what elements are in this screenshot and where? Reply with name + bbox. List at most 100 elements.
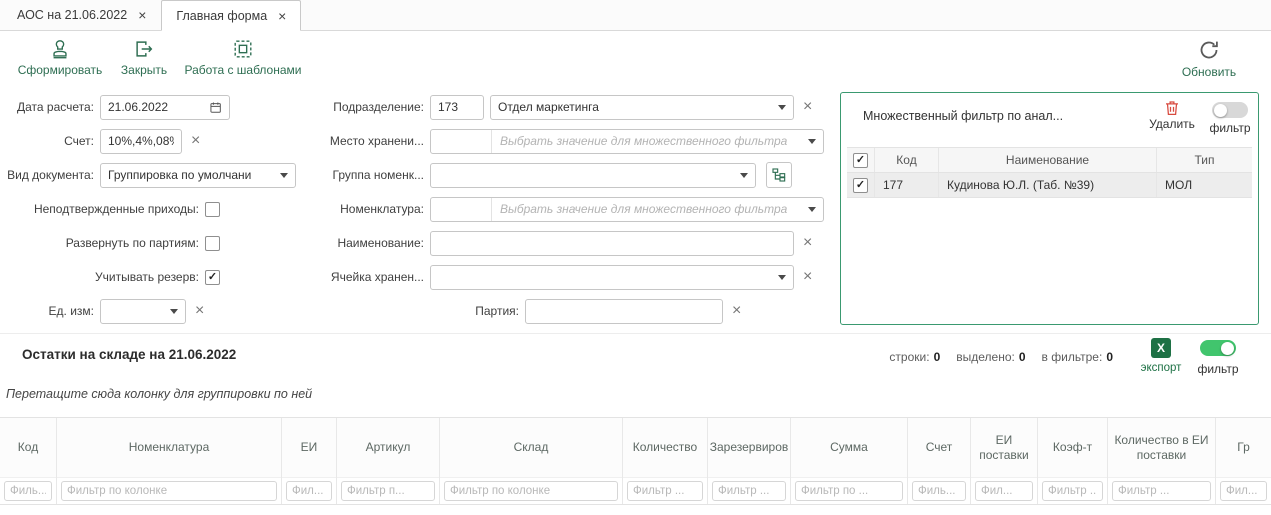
- clear-icon[interactable]: ×: [803, 99, 812, 115]
- multi-filter-panel: Множественный фильтр по анал... Удалить …: [840, 92, 1259, 325]
- doc-type-select[interactable]: Группировка по умолчани: [100, 163, 296, 188]
- select-all-checkbox[interactable]: [853, 153, 868, 168]
- department-label: Подразделение:: [310, 100, 430, 114]
- column-filter-cell: [57, 478, 281, 504]
- column-header[interactable]: Количество в ЕИ поставки: [1108, 418, 1215, 478]
- row-cell-check[interactable]: [847, 173, 875, 197]
- column-account: Счет: [908, 418, 971, 504]
- group-tree-button[interactable]: [766, 162, 792, 188]
- nomenclature-group-label: Группа номенк...: [310, 168, 430, 182]
- department-code-input[interactable]: [438, 100, 476, 114]
- delete-button[interactable]: Удалить: [1141, 99, 1203, 131]
- column-header[interactable]: Код: [0, 418, 56, 478]
- unit-row: Ед. изм: ×: [0, 294, 310, 328]
- filtered-stat: в фильтре:0: [1042, 350, 1113, 364]
- column-filter-input[interactable]: [795, 481, 903, 501]
- column-filter-cell: [1216, 478, 1271, 504]
- selected-stat-label: выделено:: [956, 350, 1015, 364]
- column-filter-input[interactable]: [61, 481, 277, 501]
- row-checkbox[interactable]: [853, 178, 868, 193]
- calc-date-field[interactable]: [100, 95, 230, 120]
- nomenclature-label: Номенклатура:: [310, 202, 430, 216]
- column-filter-input[interactable]: [341, 481, 435, 501]
- account-input[interactable]: [108, 134, 174, 148]
- group-by-drop-zone[interactable]: Перетащите сюда колонку для группировки …: [6, 387, 312, 401]
- column-header[interactable]: Склад: [440, 418, 622, 478]
- close-icon[interactable]: ×: [278, 9, 286, 23]
- calendar-icon[interactable]: [209, 100, 222, 115]
- clear-icon[interactable]: ×: [803, 269, 812, 285]
- column-filter-input[interactable]: [712, 481, 786, 501]
- name-field[interactable]: [430, 231, 794, 256]
- name-input[interactable]: [438, 236, 786, 250]
- results-stats: строки:0 выделено:0 в фильтре:0: [889, 350, 1113, 364]
- column-header[interactable]: Количество: [623, 418, 707, 478]
- export-button[interactable]: X экспорт: [1138, 338, 1184, 374]
- results-filter-toggle[interactable]: [1200, 340, 1236, 356]
- results-filter-toggle-block: фильтр: [1192, 340, 1244, 376]
- column-header[interactable]: Счет: [908, 418, 970, 478]
- nomenclature-multiselect[interactable]: Выбрать значение для множественного филь…: [430, 197, 824, 222]
- doc-type-value: Группировка по умолчани: [108, 168, 251, 182]
- column-header[interactable]: ЕИ поставки: [971, 418, 1037, 478]
- column-filter-input[interactable]: [1112, 481, 1211, 501]
- column-filter-input[interactable]: [444, 481, 618, 501]
- account-row: Счет: ×: [0, 124, 310, 158]
- unit-label: Ед. изм:: [0, 304, 100, 318]
- column-filter-cell: [1038, 478, 1107, 504]
- department-code-field[interactable]: [430, 95, 484, 120]
- column-filter-input[interactable]: [627, 481, 703, 501]
- column-filter-input[interactable]: [286, 481, 332, 501]
- column-filter-cell: [971, 478, 1037, 504]
- selected-stat: выделено:0: [956, 350, 1025, 364]
- tab-aoc[interactable]: АОС на 21.06.2022 ×: [2, 0, 161, 30]
- column-filter-input[interactable]: [4, 481, 52, 501]
- doc-type-row: Вид документа: Группировка по умолчани: [0, 158, 310, 192]
- account-field[interactable]: [100, 129, 182, 154]
- panel-filter-toggle[interactable]: [1212, 102, 1248, 118]
- unit-select[interactable]: [100, 299, 186, 324]
- column-quantity-supply-unit: Количество в ЕИ поставки: [1108, 418, 1216, 504]
- column-filter-input[interactable]: [1042, 481, 1103, 501]
- batch-input[interactable]: [533, 304, 715, 318]
- generate-button[interactable]: Сформировать: [12, 38, 108, 77]
- column-header[interactable]: ЕИ: [282, 418, 336, 478]
- column-reserved: Зарезервиров: [708, 418, 791, 504]
- column-header[interactable]: Сумма: [791, 418, 907, 478]
- close-button[interactable]: Закрыть: [116, 38, 172, 77]
- header-cell-name[interactable]: Наименование: [939, 148, 1157, 172]
- storage-place-multiselect[interactable]: Выбрать значение для множественного филь…: [430, 129, 824, 154]
- department-select[interactable]: Отдел маркетинга: [490, 95, 794, 120]
- column-filter-input[interactable]: [975, 481, 1033, 501]
- unconfirmed-checkbox[interactable]: [205, 202, 220, 217]
- header-cell-type[interactable]: Тип: [1157, 148, 1252, 172]
- column-header[interactable]: Коэф-т: [1038, 418, 1107, 478]
- analytics-filter-row[interactable]: 177 Кудинова Ю.Л. (Таб. №39) МОЛ: [847, 173, 1252, 198]
- refresh-button[interactable]: Обновить: [1173, 38, 1245, 79]
- form-left-column: Дата расчета: Счет: × Вид документа: Гру…: [0, 90, 310, 328]
- column-filter-input[interactable]: [1220, 481, 1267, 501]
- header-cell-code[interactable]: Код: [875, 148, 939, 172]
- calc-date-input[interactable]: [108, 100, 209, 114]
- reserve-checkbox[interactable]: [205, 270, 220, 285]
- clear-icon[interactable]: ×: [803, 235, 812, 251]
- column-header[interactable]: Номенклатура: [57, 418, 281, 478]
- column-nomenclature: Номенклатура: [57, 418, 282, 504]
- column-header[interactable]: Зарезервиров: [708, 418, 790, 478]
- expand-batches-checkbox[interactable]: [205, 236, 220, 251]
- clear-icon[interactable]: ×: [195, 303, 204, 319]
- clear-icon[interactable]: ×: [732, 303, 741, 319]
- column-filter-cell: [908, 478, 970, 504]
- nomenclature-group-select[interactable]: [430, 163, 756, 188]
- column-filter-input[interactable]: [912, 481, 966, 501]
- clear-icon[interactable]: ×: [191, 133, 200, 149]
- column-header[interactable]: Гр: [1216, 418, 1271, 478]
- batch-field[interactable]: [525, 299, 723, 324]
- rows-stat-label: строки:: [889, 350, 929, 364]
- templates-button[interactable]: Работа с шаблонами: [178, 38, 308, 77]
- header-cell-check[interactable]: [847, 148, 875, 172]
- column-header[interactable]: Артикул: [337, 418, 439, 478]
- tab-main-form[interactable]: Главная форма ×: [161, 0, 301, 31]
- storage-cell-select[interactable]: [430, 265, 794, 290]
- close-icon[interactable]: ×: [138, 8, 146, 22]
